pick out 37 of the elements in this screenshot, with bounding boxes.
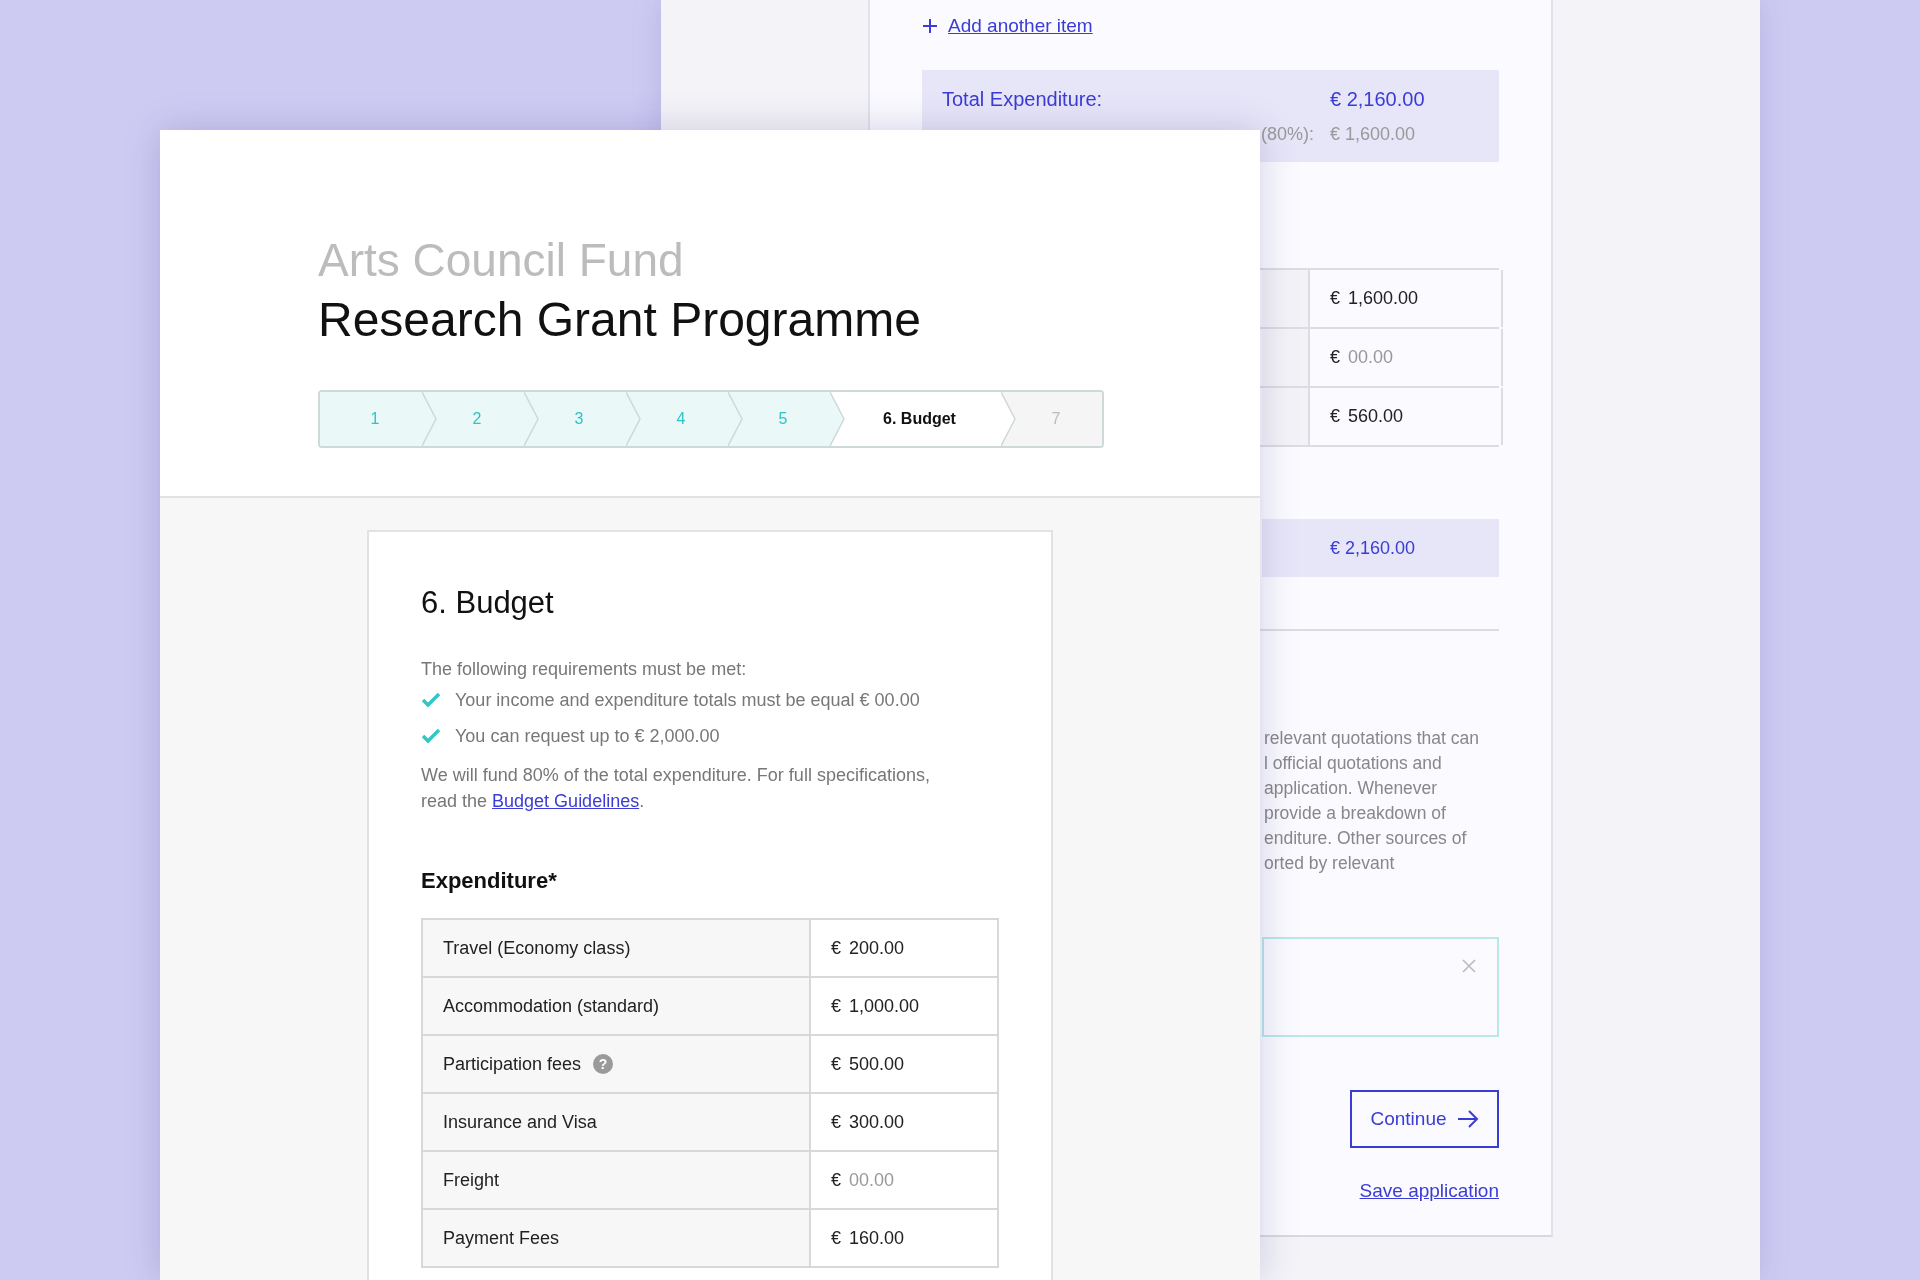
expense-label: Accommodation (standard)	[443, 995, 660, 1017]
close-icon[interactable]	[1461, 958, 1477, 974]
total-value: € 2,160.00	[1330, 87, 1426, 111]
plus-icon[interactable]	[922, 18, 938, 34]
total-value: € 2,160.00	[1330, 537, 1416, 559]
amount-field[interactable]: € 160.00	[811, 1210, 997, 1266]
amount-field[interactable]: € 500.00	[811, 1036, 997, 1092]
add-item-link[interactable]: Add another item	[948, 15, 1093, 37]
save-application-link[interactable]: Save application	[1359, 1180, 1499, 1202]
expense-label: Travel (Economy class)	[443, 937, 631, 959]
amount-field[interactable]: € 00.00	[811, 1152, 997, 1208]
expenditure-heading: Expenditure*	[421, 868, 558, 894]
expense-label: Freight	[443, 1169, 500, 1191]
requirement-text: You can request up to € 2,000.00	[455, 725, 720, 747]
section-title: 6. Budget	[421, 584, 555, 622]
guidance-text: relevant quotations that can l official quotations and application. Whenever provide a breakdown of enditure. Other sources of orted by relevant	[1264, 727, 1479, 875]
fund-label: (80%):	[1261, 123, 1315, 145]
fund-value: € 1,600.00	[1330, 123, 1417, 145]
upload-box[interactable]	[1262, 937, 1499, 1037]
total-label: Total Expenditure:	[942, 87, 1104, 111]
expense-label: Payment Fees	[443, 1227, 560, 1249]
amount-field[interactable]: € 560.00	[1310, 388, 1503, 445]
amount-field[interactable]: € 300.00	[811, 1094, 997, 1150]
arrow-icon	[1456, 1110, 1479, 1128]
programme-title: Research Grant Programme	[318, 292, 922, 348]
amount-field[interactable]: € 1,000.00	[811, 978, 997, 1034]
amount-field[interactable]: € 00.00	[1310, 329, 1503, 386]
budget-guidelines-link[interactable]: Budget Guidelines	[492, 791, 640, 811]
amount-field[interactable]: € 1,600.00	[1310, 270, 1503, 327]
fund-name: Arts Council Fund	[318, 234, 685, 286]
intro-text: The following requirements must be met:	[421, 658, 748, 681]
expense-label: Participation fees	[443, 1053, 582, 1075]
amount-field[interactable]: € 200.00	[811, 920, 997, 976]
continue-button[interactable]: Continue	[1350, 1090, 1499, 1148]
funding-note: We will fund 80% of the total expenditure. For full specifications, read the Budget Guidelines.	[421, 764, 931, 813]
requirement-text: Your income and expenditure totals must be equal € 00.00	[455, 689, 920, 711]
expense-label: Insurance and Visa	[443, 1111, 597, 1133]
